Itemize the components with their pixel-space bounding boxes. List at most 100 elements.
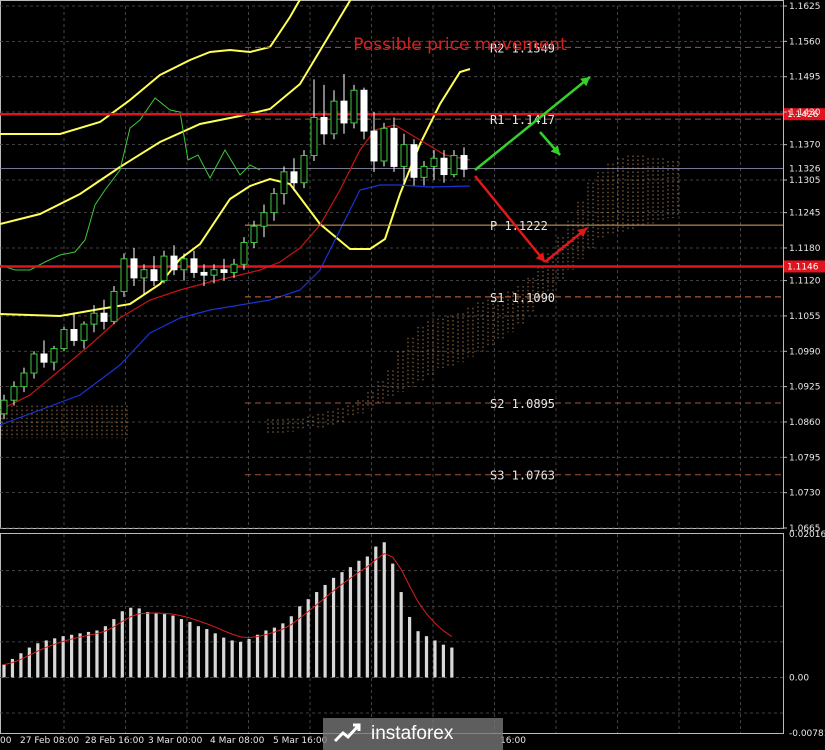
candle-body xyxy=(30,353,38,374)
y-tick-label: 1.1180 xyxy=(789,244,821,254)
y-tick-label: 1.1120 xyxy=(789,277,821,287)
oscillator-bar xyxy=(162,614,167,678)
oscillator-bar xyxy=(399,592,403,678)
osc-tick-label: 0.02016 xyxy=(789,530,825,540)
candle-body xyxy=(210,269,218,276)
candle-body xyxy=(70,329,78,341)
y-tick-label: 1.0860 xyxy=(789,418,821,428)
y-tick-label: 1.0795 xyxy=(789,453,821,463)
current-price-label: 1.1326 xyxy=(789,165,821,175)
oscillator-bar xyxy=(340,572,344,678)
oscillator-bar xyxy=(95,630,99,678)
oscillator-bar xyxy=(44,640,48,678)
candle-body xyxy=(270,193,278,214)
oscillator-bar xyxy=(188,621,192,678)
candle-body xyxy=(90,312,98,325)
oscillator-bar xyxy=(441,644,445,678)
oscillator-bar xyxy=(391,563,395,678)
pivot-label-R1: R1 1.1417 xyxy=(490,113,555,127)
candle-body xyxy=(460,155,468,170)
oscillator-bar xyxy=(205,629,209,678)
oscillator-bar xyxy=(86,631,91,678)
candle-body xyxy=(130,258,138,279)
main-grid xyxy=(0,0,784,529)
candle-body xyxy=(110,290,118,322)
candle-body xyxy=(450,155,458,176)
oscillator-bar xyxy=(70,634,74,678)
instaforex-logo-icon xyxy=(333,723,361,743)
oscillator-bar xyxy=(272,627,276,678)
chart-title: Possible price movement xyxy=(353,35,567,55)
oscillator-bar xyxy=(433,640,437,678)
candle-body xyxy=(60,329,68,350)
instaforex-watermark: instaforex xyxy=(323,718,503,750)
candle-body xyxy=(230,263,238,273)
x-tick-label: 28 Feb 16:00 xyxy=(85,736,144,746)
oscillator-bar xyxy=(281,623,285,678)
candle-body xyxy=(170,255,178,271)
kijun-line xyxy=(0,184,471,426)
bollinger-lower xyxy=(0,68,471,318)
oscillator-bar xyxy=(264,630,268,678)
candle-body xyxy=(300,155,308,184)
y-tick-label: 1.1625 xyxy=(789,2,821,12)
candle-body xyxy=(160,255,168,282)
candle-body xyxy=(10,386,18,401)
candle-body xyxy=(400,144,408,167)
candle-body xyxy=(390,127,398,167)
candle-body xyxy=(140,269,148,279)
oscillator-bar xyxy=(222,637,226,678)
x-tick-label: 3 Mar 00:00 xyxy=(148,736,203,746)
x-tick-label: 4 Mar 08:00 xyxy=(210,736,265,746)
candle-body xyxy=(330,100,338,135)
candle-body xyxy=(280,171,288,195)
oscillator-bar xyxy=(103,626,107,678)
oscillator-bar xyxy=(19,653,23,678)
candle-body xyxy=(100,312,108,322)
y-tick-label: 1.1370 xyxy=(789,141,821,151)
candle-body xyxy=(440,157,448,176)
candle-body xyxy=(370,130,378,162)
oscillator-bar xyxy=(239,641,243,678)
x-tick-label: 00 xyxy=(0,736,12,746)
candle-body xyxy=(430,157,438,167)
oscillator-bar xyxy=(78,633,82,678)
candle-body xyxy=(50,348,58,363)
candle-body xyxy=(380,127,388,162)
osc-tick-label: 0.00 xyxy=(789,673,809,683)
y-tick-label: 1.1055 xyxy=(789,312,821,322)
oscillator-bar xyxy=(129,607,133,678)
oscillator-bar xyxy=(61,636,65,678)
support-level-tag: 1.1146 xyxy=(787,262,819,272)
oscillator-bar xyxy=(154,612,158,678)
x-tick-label: 27 Feb 08:00 xyxy=(20,736,79,746)
y-tick-label: 1.1495 xyxy=(789,73,821,83)
forex-chart: 1.14261.1146R2 1.1549R1 1.1417P 1.1222S1… xyxy=(0,0,825,746)
oscillator-bar xyxy=(137,608,141,678)
oscillator-bar xyxy=(196,626,200,678)
candle-body xyxy=(360,89,368,132)
oscillator-bar xyxy=(255,634,260,678)
candle-body xyxy=(180,258,188,271)
oscillator-bar xyxy=(213,633,217,678)
candle-body xyxy=(0,399,8,415)
oscillator-bar xyxy=(179,619,184,678)
candle-body xyxy=(40,353,48,363)
y-tick-label: 1.0925 xyxy=(789,383,821,393)
oscillator-bar xyxy=(365,556,369,678)
candle-body xyxy=(200,271,208,276)
oscillator-bar xyxy=(146,611,150,678)
pivot-label-S3: S3 1.0763 xyxy=(490,469,555,483)
candle-body xyxy=(220,269,228,273)
candle-body xyxy=(150,269,158,282)
candle-body xyxy=(250,225,258,244)
y-tick-label: 1.1560 xyxy=(789,37,821,47)
oscillator-bar xyxy=(357,560,361,678)
oscillator-bar xyxy=(2,664,6,678)
instaforex-brand: instaforex xyxy=(371,723,454,744)
candle-body xyxy=(350,89,358,124)
y-tick-label: 1.0730 xyxy=(789,489,821,499)
oscillator xyxy=(2,542,454,678)
oscillator-bar xyxy=(247,639,251,678)
oscillator-bar xyxy=(450,647,454,678)
